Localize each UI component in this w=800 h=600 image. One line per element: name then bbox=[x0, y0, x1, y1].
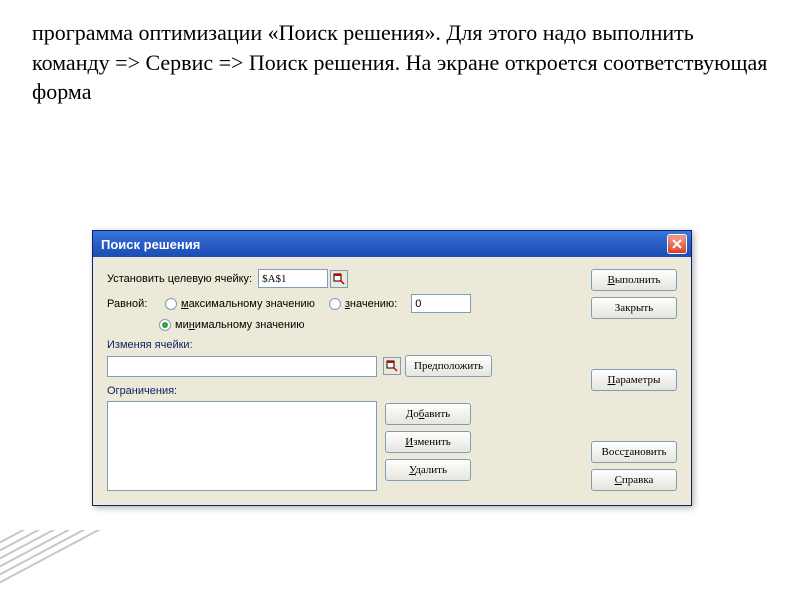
radio-value-label: значению: bbox=[345, 298, 397, 310]
radio-icon bbox=[329, 298, 341, 310]
value-input[interactable] bbox=[411, 294, 471, 313]
dialog-body: Установить целевую ячейку: Равной: макси… bbox=[93, 257, 691, 505]
changing-cells-input[interactable] bbox=[107, 356, 377, 377]
params-button[interactable]: Параметры bbox=[591, 369, 677, 391]
radio-icon bbox=[159, 319, 171, 331]
restore-button[interactable]: Восстановить bbox=[591, 441, 677, 463]
change-button[interactable]: Изменить bbox=[385, 431, 471, 453]
ref-picker-icon[interactable] bbox=[383, 357, 401, 375]
add-button[interactable]: Добавить bbox=[385, 403, 471, 425]
dialog-title: Поиск решения bbox=[101, 237, 667, 252]
radio-min[interactable]: минимальному значению bbox=[159, 319, 305, 331]
radio-value[interactable]: значению: bbox=[329, 298, 397, 310]
radio-icon bbox=[165, 298, 177, 310]
execute-button[interactable]: Выполнить bbox=[591, 269, 677, 291]
radio-max-label: максимальному значению bbox=[181, 298, 315, 310]
help-button[interactable]: Справка bbox=[591, 469, 677, 491]
constraints-listbox[interactable] bbox=[107, 401, 377, 491]
delete-button[interactable]: Удалить bbox=[385, 459, 471, 481]
slide-paragraph: программа оптимизации «Поиск решения». Д… bbox=[32, 18, 768, 107]
ref-picker-icon[interactable] bbox=[330, 270, 348, 288]
solver-dialog: Поиск решения Установить целевую ячейку:… bbox=[92, 230, 692, 506]
guess-button[interactable]: Предположить bbox=[405, 355, 492, 377]
titlebar: Поиск решения bbox=[93, 231, 691, 257]
equal-label: Равной: bbox=[107, 298, 159, 310]
target-cell-label: Установить целевую ячейку: bbox=[107, 273, 252, 285]
close-button[interactable]: Закрыть bbox=[591, 297, 677, 319]
radio-max[interactable]: максимальному значению bbox=[165, 298, 315, 310]
slide-decor bbox=[0, 530, 120, 600]
close-icon[interactable] bbox=[667, 234, 687, 254]
radio-min-label: минимальному значению bbox=[175, 319, 305, 331]
target-cell-input[interactable] bbox=[258, 269, 328, 288]
